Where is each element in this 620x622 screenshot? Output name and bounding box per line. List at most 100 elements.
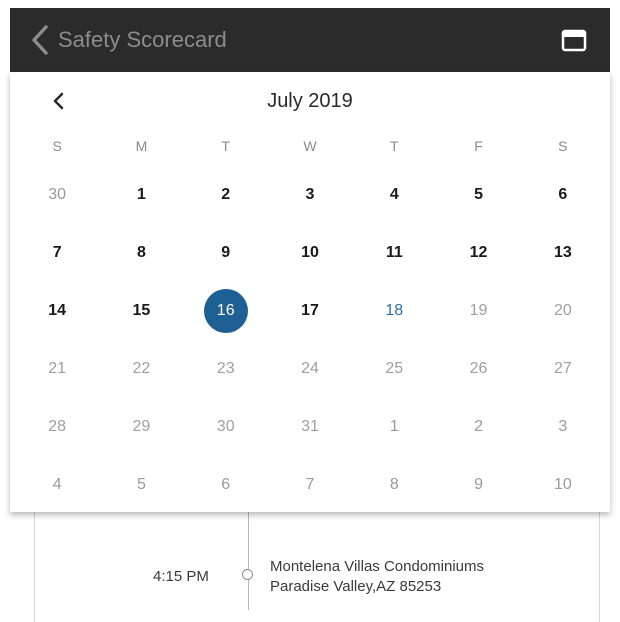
calendar-day[interactable]: 21 (15, 340, 99, 398)
day-number: 23 (216, 360, 235, 377)
today-day[interactable]: 18 (352, 282, 436, 340)
calendar-day[interactable]: 30 (15, 166, 99, 224)
calendar-day[interactable]: 24 (268, 340, 352, 398)
day-number: 3 (558, 418, 568, 435)
location-address: Paradise Valley,AZ 85253 (270, 578, 442, 595)
calendar-day[interactable]: 5 (99, 456, 183, 514)
day-number: 25 (385, 360, 404, 377)
calendar-day[interactable]: 13 (521, 224, 605, 282)
calendar-day[interactable]: 3 (268, 166, 352, 224)
day-number: 8 (136, 244, 146, 261)
day-number: 1 (389, 418, 399, 435)
chevron-left-icon (32, 25, 48, 55)
timeline-dot-icon (242, 569, 253, 580)
trip-item[interactable]: 4:15 PM Montelena Villas Condominiums Pa… (35, 512, 599, 610)
day-number: 7 (305, 476, 315, 493)
calendar-day[interactable]: 5 (436, 166, 520, 224)
calendar-day[interactable]: 7 (15, 224, 99, 282)
calendar-day[interactable]: 7 (268, 456, 352, 514)
calendar-day[interactable]: 11 (352, 224, 436, 282)
day-number: 11 (385, 244, 403, 261)
calendar-day[interactable]: 1 (99, 166, 183, 224)
day-number: 30 (48, 186, 67, 203)
timeline-line (248, 512, 249, 610)
calendar-day[interactable]: 14 (15, 282, 99, 340)
day-number: 4 (52, 476, 62, 493)
calendar-day[interactable]: 1 (352, 398, 436, 456)
calendar-day[interactable]: 9 (436, 456, 520, 514)
weekday-label: T (221, 138, 230, 154)
day-number: 7 (52, 244, 62, 261)
day-number: 18 (385, 302, 404, 319)
day-number: 5 (136, 476, 146, 493)
calendar-day[interactable]: 30 (184, 398, 268, 456)
day-number: 2 (474, 418, 484, 435)
calendar-day[interactable]: 23 (184, 340, 268, 398)
selected-day[interactable]: 16 (184, 282, 268, 340)
calendar-day[interactable]: 8 (99, 224, 183, 282)
calendar-day[interactable]: 15 (99, 282, 183, 340)
calendar-day[interactable]: 6 (521, 166, 605, 224)
calendar-icon (561, 29, 587, 52)
calendar-day[interactable]: 27 (521, 340, 605, 398)
day-number: 4 (389, 186, 399, 203)
day-number: 24 (301, 360, 319, 377)
back-button[interactable] (28, 22, 52, 58)
weekday-header: SMTWTFS (10, 138, 610, 158)
calendar-day[interactable]: 17 (268, 282, 352, 340)
calendar-day[interactable]: 19 (436, 282, 520, 340)
day-number: 3 (305, 186, 315, 203)
calendar-day[interactable]: 4 (15, 456, 99, 514)
day-number: 9 (474, 476, 484, 493)
day-number: 30 (216, 418, 235, 435)
day-number: 15 (132, 302, 151, 319)
calendar-day[interactable]: 31 (268, 398, 352, 456)
calendar-day[interactable]: 10 (521, 456, 605, 514)
trip-list: 4:15 PM Montelena Villas Condominiums Pa… (34, 512, 600, 622)
calendar-day[interactable]: 28 (15, 398, 99, 456)
calendar-day[interactable]: 9 (184, 224, 268, 282)
day-number: 17 (301, 302, 319, 319)
day-number: 16 (203, 289, 248, 333)
day-number: 14 (48, 302, 67, 319)
day-number: 29 (132, 418, 151, 435)
day-number: 28 (48, 418, 67, 435)
weekday-label: S (558, 138, 568, 154)
calendar-day[interactable]: 22 (99, 340, 183, 398)
calendar-day[interactable]: 20 (521, 282, 605, 340)
day-number: 31 (301, 418, 319, 435)
calendar-popup: July 2019 SMTWTFS 30 1 2 3 4 5 6 7 8 9 10 11 12 13 14 1… (10, 72, 610, 512)
day-number: 20 (553, 302, 572, 319)
day-number: 27 (553, 360, 572, 377)
day-number: 6 (221, 476, 231, 493)
app-header: Safety Scorecard (10, 8, 610, 72)
calendar-day[interactable]: 2 (436, 398, 520, 456)
weekday-label: W (303, 138, 317, 154)
calendar-day[interactable]: 3 (521, 398, 605, 456)
page-title: Safety Scorecard (58, 27, 227, 52)
calendar-day[interactable]: 29 (99, 398, 183, 456)
day-number: 19 (469, 302, 488, 319)
calendar-day[interactable]: 2 (184, 166, 268, 224)
day-number: 13 (553, 244, 572, 261)
calendar-day[interactable]: 25 (352, 340, 436, 398)
weekday-label: T (389, 138, 399, 154)
calendar-button[interactable] (560, 26, 588, 54)
day-number: 1 (136, 186, 146, 203)
day-number: 2 (221, 186, 231, 203)
weekday-label: M (135, 138, 148, 154)
calendar-day[interactable]: 10 (268, 224, 352, 282)
calendar-day[interactable]: 8 (352, 456, 436, 514)
calendar-day[interactable]: 4 (352, 166, 436, 224)
day-number: 10 (553, 476, 572, 493)
calendar-day[interactable]: 6 (184, 456, 268, 514)
location-name: Montelena Villas Condominiums (270, 558, 484, 575)
day-number: 9 (221, 244, 231, 261)
calendar-day[interactable]: 12 (436, 224, 520, 282)
day-number: 26 (469, 360, 488, 377)
calendar-grid: 30 1 2 3 4 5 6 7 8 9 10 11 12 13 14 15 16 17 18 19 20 21 22 23 2… (10, 166, 610, 514)
day-number: 22 (132, 360, 151, 377)
day-number: 8 (389, 476, 399, 493)
calendar-day[interactable]: 26 (436, 340, 520, 398)
month-label: July 2019 (267, 90, 353, 112)
